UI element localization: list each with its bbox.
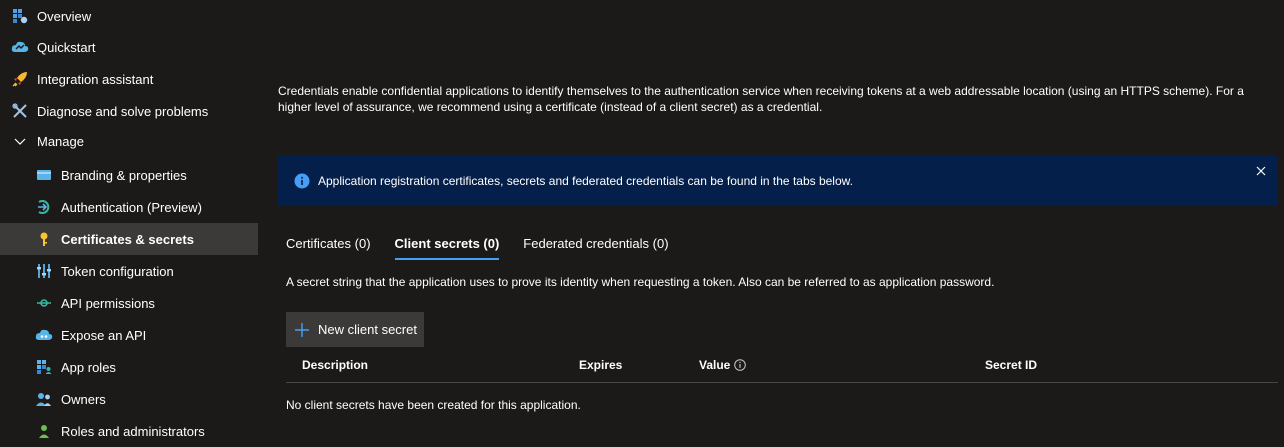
authentication-icon (35, 198, 53, 216)
sidebar-item-label: Authentication (Preview) (61, 199, 202, 215)
sidebar-item-integration-assistant[interactable]: Integration assistant (0, 63, 258, 95)
sidebar-item-quickstart[interactable]: Quickstart (0, 31, 258, 63)
credentials-intro-text: Credentials enable confidential applicat… (278, 84, 1244, 114)
sidebar-group-manage[interactable]: Manage (0, 125, 258, 157)
rocket-icon (11, 70, 29, 88)
sidebar-item-branding[interactable]: Branding & properties (0, 159, 258, 191)
sidebar-item-label: Owners (61, 391, 106, 407)
sidebar-item-label: Integration assistant (37, 71, 154, 87)
chevron-down-icon (11, 132, 29, 150)
sidebar-item-label: App roles (61, 359, 116, 375)
sidebar-item-label: API permissions (61, 295, 155, 311)
sidebar-item-diagnose[interactable]: Diagnose and solve problems (0, 95, 258, 127)
plus-icon (294, 322, 310, 338)
credential-tabs: Certificates (0) Client secrets (0) Fede… (286, 230, 693, 260)
column-secret-id: Secret ID (985, 358, 1038, 372)
sidebar-item-expose-api[interactable]: Expose an API (0, 319, 258, 351)
sidebar-item-app-roles[interactable]: App roles (0, 351, 258, 383)
sidebar: Overview Quickstart Integration assistan… (0, 0, 258, 439)
branding-icon (35, 166, 53, 184)
owners-icon (35, 390, 53, 408)
secrets-table-header: Description Expires Value Secret ID (286, 352, 1278, 383)
sidebar-item-label: Overview (37, 8, 92, 24)
roles-icon (35, 422, 53, 440)
app-roles-icon (35, 358, 53, 376)
sidebar-item-owners[interactable]: Owners (0, 383, 258, 415)
sidebar-item-label: Expose an API (61, 327, 147, 343)
empty-secrets-message: No client secrets have been created for … (286, 398, 581, 412)
overview-icon (11, 7, 29, 25)
column-description: Description (302, 358, 369, 372)
tab-federated-credentials[interactable]: Federated credentials (0) (523, 230, 668, 260)
sidebar-item-label: Certificates & secrets (61, 231, 194, 247)
sidebar-item-api-permissions[interactable]: API permissions (0, 287, 258, 319)
sidebar-item-authentication[interactable]: Authentication (Preview) (0, 191, 258, 223)
sidebar-item-label: Roles and administrators (61, 423, 205, 439)
client-secret-description: A secret string that the application use… (286, 275, 995, 289)
token-config-icon (35, 262, 53, 280)
tab-certificates[interactable]: Certificates (0) (286, 230, 371, 260)
api-permissions-icon (35, 294, 53, 312)
info-banner-text: Application registration certificates, s… (318, 174, 853, 188)
tab-client-secrets[interactable]: Client secrets (0) (394, 230, 500, 260)
info-circle-icon[interactable] (734, 359, 747, 371)
info-banner: Application registration certificates, s… (278, 156, 1278, 206)
sidebar-item-certificates-secrets[interactable]: Certificates & secrets (0, 223, 258, 255)
sidebar-item-label: Quickstart (37, 39, 96, 55)
sidebar-item-label: Branding & properties (61, 167, 187, 183)
sidebar-item-token-configuration[interactable]: Token configuration (0, 255, 258, 287)
sidebar-item-roles-administrators[interactable]: Roles and administrators (0, 415, 258, 447)
info-icon (294, 173, 310, 189)
column-value: Value (699, 358, 747, 372)
sidebar-item-label: Diagnose and solve problems (37, 103, 209, 119)
sidebar-item-overview[interactable]: Overview (0, 0, 258, 32)
wrench-icon (11, 102, 29, 120)
cloud-api-icon (35, 326, 53, 344)
new-client-secret-label: New client secret (318, 322, 417, 337)
key-icon (35, 230, 53, 248)
column-value-label: Value (699, 358, 731, 372)
column-expires: Expires (579, 358, 623, 372)
sidebar-item-label: Manage (37, 133, 84, 149)
main-content: Credentials enable confidential applicat… (258, 0, 1284, 431)
close-icon[interactable] (1254, 164, 1268, 178)
new-client-secret-button[interactable]: New client secret (286, 312, 424, 347)
quickstart-icon (11, 38, 29, 56)
sidebar-item-label: Token configuration (61, 263, 174, 279)
